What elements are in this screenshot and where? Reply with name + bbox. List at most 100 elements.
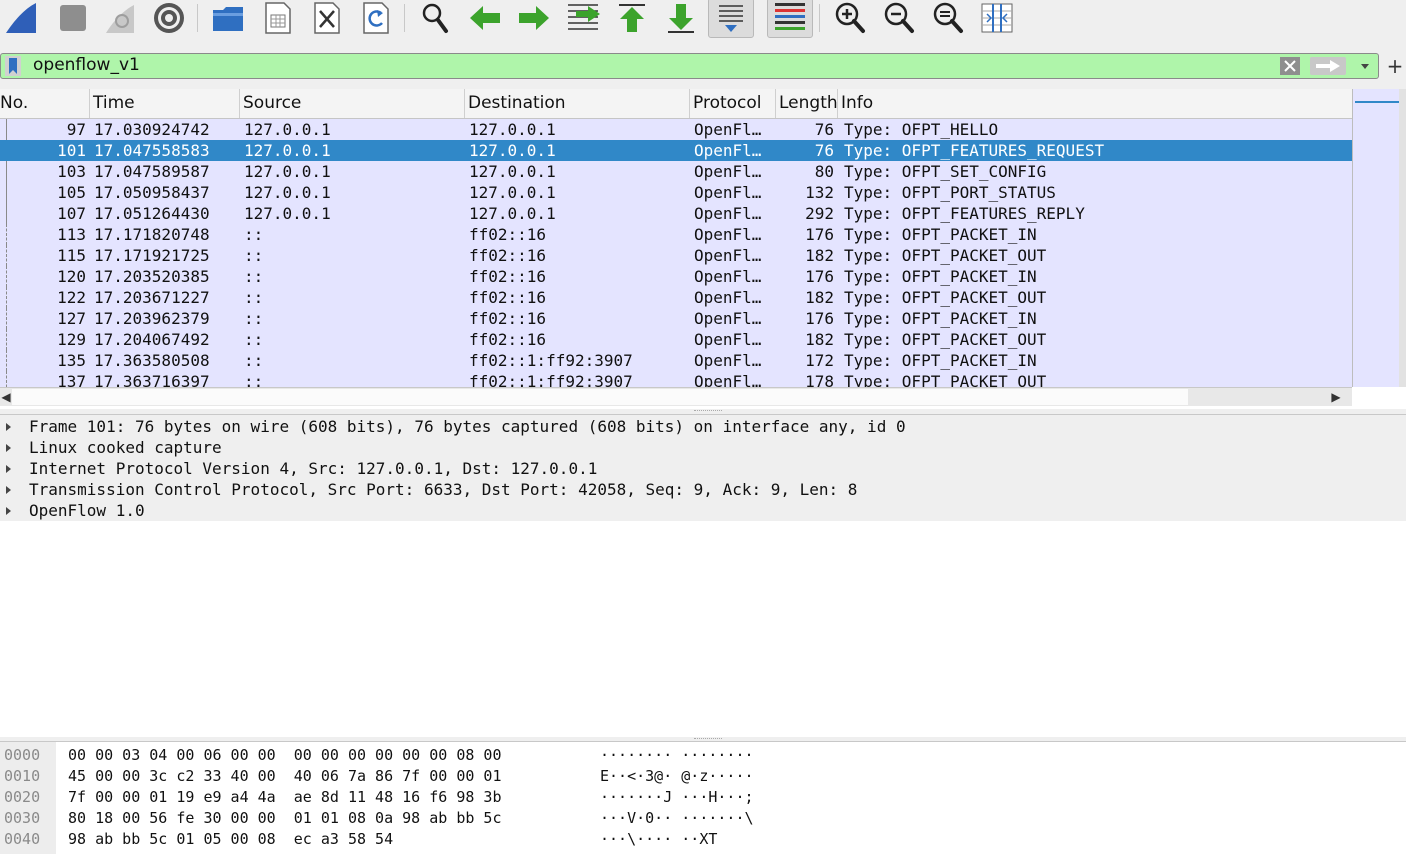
save-file-icon[interactable] xyxy=(258,0,298,36)
cell-src: :: xyxy=(244,225,264,244)
table-row[interactable]: 113 17.171820748:: ff02::16 OpenFl… 176 Type:… xyxy=(0,224,1352,245)
zoom-in-icon[interactable] xyxy=(830,0,870,36)
chevron-down-icon[interactable] xyxy=(1358,57,1372,75)
shark-fin-start-icon[interactable] xyxy=(0,0,40,36)
cell-info: Type: OFPT_PACKET_IN xyxy=(844,267,1037,286)
table-row[interactable]: 129 17.204067492:: ff02::16 OpenFl… 182 Type:… xyxy=(0,329,1352,350)
cell-src: :: xyxy=(244,267,264,286)
cell-no: 120 xyxy=(57,267,86,286)
colorize-icon[interactable] xyxy=(767,0,813,38)
table-row[interactable]: 103 17.047589587 127.0.0.1 127.0.0.1 OpenFl…… xyxy=(0,161,1352,182)
cell-len: 132 xyxy=(805,183,834,202)
table-row[interactable]: 135 17.363580508:: ff02::1:ff92:3907 OpenFl… xyxy=(0,350,1352,371)
expand-arrow-icon[interactable] xyxy=(6,507,11,515)
add-filter-button[interactable]: + xyxy=(1384,53,1406,79)
cell-no: 105 xyxy=(57,183,86,202)
vertical-scrollbar[interactable] xyxy=(1399,89,1406,387)
cell-len: 182 xyxy=(805,288,834,307)
bytes-row: 0030 80 18 00 56 fe 30 00 00 01 01 08 0a … xyxy=(4,809,754,827)
table-row[interactable]: 120 17.203520385:: ff02::16 OpenFl… 176 Type:… xyxy=(0,266,1352,287)
filter-bookmark-icon[interactable] xyxy=(5,56,21,76)
cell-info: Type: OFPT_FEATURES_REQUEST xyxy=(844,141,1105,160)
packet-details-tree: Frame 101: 76 bytes on wire (608 bits), … xyxy=(0,414,1406,521)
column-header-no[interactable]: No. xyxy=(0,89,90,118)
table-row[interactable]: 97 17.030924742 127.0.0.1 127.0.0.1 OpenFl… 7… xyxy=(0,119,1352,140)
cell-no: 107 xyxy=(57,204,86,223)
cell-info: Type: OFPT_SET_CONFIG xyxy=(844,162,1047,181)
stop-icon[interactable] xyxy=(52,0,92,36)
cell-len: 182 xyxy=(805,330,834,349)
cell-proto: OpenFl… xyxy=(694,162,762,181)
zoom-normal-icon[interactable] xyxy=(928,0,968,36)
restart-icon[interactable] xyxy=(100,0,140,36)
table-row[interactable]: 105 17.050958437 127.0.0.1 127.0.0.1 OpenFl…… xyxy=(0,182,1352,203)
minimap-selection-marker xyxy=(1355,101,1399,103)
column-header-time[interactable]: Time xyxy=(90,89,240,118)
zoom-out-icon[interactable] xyxy=(879,0,919,36)
table-row[interactable]: 107 17.051264430 127.0.0.1 127.0.0.1 OpenFl…… xyxy=(0,203,1352,224)
apply-filter-icon[interactable] xyxy=(1310,57,1346,75)
cell-time: 17.203962379 xyxy=(94,309,210,328)
details-empty-area xyxy=(0,521,1406,737)
go-to-packet-icon[interactable] xyxy=(563,0,603,36)
capture-options-icon[interactable] xyxy=(149,0,189,36)
cell-info: Type: OFPT_PACKET_OUT xyxy=(844,372,1047,387)
cell-no: 101 xyxy=(57,141,86,160)
cell-no: 115 xyxy=(57,246,86,265)
cell-no: 113 xyxy=(57,225,86,244)
scroll-left-icon[interactable]: ◀ xyxy=(0,388,12,406)
packet-rows: 97 17.030924742 127.0.0.1 127.0.0.1 OpenFl… 7… xyxy=(0,119,1352,387)
column-header-source[interactable]: Source xyxy=(240,89,465,118)
first-packet-icon[interactable] xyxy=(612,0,652,36)
cell-no: 97 xyxy=(66,120,86,139)
cell-len: 172 xyxy=(805,351,834,370)
display-filter-bar[interactable]: openflow_v1 xyxy=(0,53,1379,79)
splitter-handle[interactable] xyxy=(694,410,722,413)
expand-arrow-icon[interactable] xyxy=(6,423,11,431)
cell-no: 127 xyxy=(57,309,86,328)
expand-arrow-icon[interactable] xyxy=(6,444,11,452)
display-filter-input[interactable]: openflow_v1 xyxy=(33,55,140,75)
table-row[interactable]: 115 17.171921725:: ff02::16 OpenFl… 182 Type:… xyxy=(0,245,1352,266)
cell-time: 17.171921725 xyxy=(94,246,210,265)
column-header-destination[interactable]: Destination xyxy=(465,89,690,118)
resize-columns-icon[interactable] xyxy=(977,0,1017,36)
table-row[interactable]: 122 17.203671227:: ff02::16 OpenFl… 182 Type:… xyxy=(0,287,1352,308)
cell-src: :: xyxy=(244,309,264,328)
horizontal-scrollbar[interactable]: ◀ ▶ xyxy=(0,387,1352,406)
table-row[interactable]: 127 17.203962379:: ff02::16 OpenFl… 176 Type:… xyxy=(0,308,1352,329)
reload-icon[interactable] xyxy=(356,0,396,36)
go-back-icon[interactable] xyxy=(465,0,505,36)
expand-arrow-icon[interactable] xyxy=(6,465,11,473)
cell-time: 17.051264430 xyxy=(94,204,210,223)
packet-minimap[interactable] xyxy=(1352,89,1399,387)
table-row[interactable]: 137 17.363716397:: ff02::1:ff92:3907 OpenFl… xyxy=(0,371,1352,387)
go-forward-icon[interactable] xyxy=(514,0,554,36)
cell-dst: ff02::16 xyxy=(469,309,547,328)
scroll-right-icon[interactable]: ▶ xyxy=(1330,388,1342,406)
cell-time: 17.363716397 xyxy=(94,372,210,387)
toolbar-separator xyxy=(819,4,820,32)
find-icon[interactable] xyxy=(415,0,455,36)
cell-time: 17.203671227 xyxy=(94,288,210,307)
cell-src: 127.0.0.1 xyxy=(244,162,331,181)
autoscroll-icon[interactable] xyxy=(708,0,754,38)
cell-time: 17.204067492 xyxy=(94,330,210,349)
cell-info: Type: OFPT_FEATURES_REPLY xyxy=(844,204,1085,223)
last-packet-icon[interactable] xyxy=(661,0,701,36)
expand-arrow-icon[interactable] xyxy=(6,486,11,494)
open-folder-icon[interactable] xyxy=(208,0,248,36)
table-row[interactable]: 101 17.047558583 127.0.0.1 127.0.0.1 OpenFl…… xyxy=(0,140,1352,161)
cell-dst: ff02::16 xyxy=(469,330,547,349)
cell-len: 176 xyxy=(805,225,834,244)
cell-len: 182 xyxy=(805,246,834,265)
column-header-length[interactable]: Length xyxy=(776,89,838,118)
cell-src: :: xyxy=(244,351,264,370)
clear-filter-icon[interactable] xyxy=(1280,57,1300,75)
close-file-icon[interactable] xyxy=(307,0,347,36)
cell-dst: ff02::1:ff92:3907 xyxy=(469,351,633,370)
column-header-info[interactable]: Info xyxy=(838,89,1352,118)
cell-src: 127.0.0.1 xyxy=(244,204,331,223)
scrollbar-thumb[interactable] xyxy=(12,389,1188,405)
column-header-protocol[interactable]: Protocol xyxy=(690,89,776,118)
